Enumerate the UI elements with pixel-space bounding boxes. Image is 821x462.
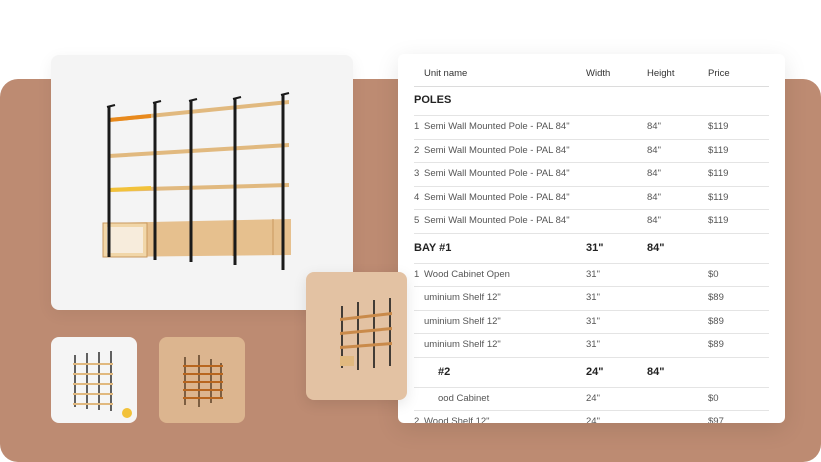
row-index: 2 — [414, 416, 420, 423]
thumbnail-white[interactable] — [51, 337, 137, 423]
section-width: 31" — [586, 241, 604, 254]
row-price: $119 — [708, 144, 729, 156]
row-index: 3 — [414, 168, 420, 179]
row-name: uminium Shelf 12" — [424, 315, 501, 327]
section-header: POLES — [414, 86, 769, 116]
table-row[interactable]: uminium Shelf 12" 31" $89 — [414, 334, 769, 358]
row-name: Semi Wall Mounted Pole - PAL 84" — [424, 168, 570, 179]
section-title: #2 — [438, 365, 451, 378]
thumbnail-wood[interactable] — [159, 337, 245, 423]
header-height: Height — [647, 68, 675, 79]
row-name: uminium Shelf 12" — [424, 292, 501, 303]
table-row[interactable]: uminium Shelf 12" 31" $89 — [414, 311, 769, 334]
section-header: #2 24" 84" — [414, 358, 769, 388]
row-name: Wood Shelf 12" — [424, 416, 490, 423]
row-name: Semi Wall Mounted Pole - PAL 84" — [424, 144, 570, 156]
row-index: 1 — [414, 268, 420, 280]
row-height: 84" — [647, 121, 661, 132]
main-product-image — [51, 55, 353, 310]
row-width: 31" — [586, 339, 600, 350]
table-row[interactable]: 4 Semi Wall Mounted Pole - PAL 84" 84" $… — [414, 187, 769, 210]
row-name: Semi Wall Mounted Pole - PAL 84" — [424, 191, 570, 203]
shelving-thumb-angled-icon — [340, 298, 392, 370]
row-height: 84" — [647, 191, 661, 203]
table-row[interactable]: uminium Shelf 12" 31" $89 — [414, 287, 769, 311]
row-price: $89 — [708, 292, 724, 303]
row-index: 4 — [414, 191, 420, 203]
table-row[interactable]: 1 Semi Wall Mounted Pole - PAL 84" 84" $… — [414, 116, 769, 140]
row-height: 84" — [647, 144, 661, 156]
row-price: $89 — [708, 339, 724, 350]
row-price: $0 — [708, 392, 719, 404]
header-width: Width — [586, 68, 611, 79]
row-price: $97 — [708, 416, 724, 423]
table-row[interactable]: 3 Semi Wall Mounted Pole - PAL 84" 84" $… — [414, 163, 769, 187]
row-price: $119 — [708, 191, 729, 203]
row-index: 1 — [414, 121, 420, 132]
section-height: 84" — [647, 365, 665, 378]
row-name: Semi Wall Mounted Pole - PAL 84" — [424, 121, 570, 132]
shelving-unit-illustration — [102, 92, 291, 270]
table-header: Unit name Width Height Price — [414, 62, 769, 87]
row-height: 84" — [647, 168, 661, 179]
table-row[interactable]: 5 Semi Wall Mounted Pole - PAL 84" 84" $… — [414, 210, 769, 234]
table-row[interactable]: ood Cabinet 24" $0 — [414, 388, 769, 411]
section-title: BAY #1 — [414, 241, 452, 254]
row-price: $119 — [708, 168, 729, 179]
shelving-thumb-wood-icon — [183, 355, 223, 407]
section-height: 84" — [647, 241, 665, 254]
row-width: 31" — [586, 315, 600, 327]
row-name: Semi Wall Mounted Pole - PAL 84" — [424, 215, 570, 226]
row-width: 31" — [586, 292, 600, 303]
table-row[interactable]: 1 Wood Cabinet Open 31" $0 — [414, 264, 769, 287]
row-index: 2 — [414, 144, 420, 156]
row-price: $119 — [708, 215, 729, 226]
row-index: 5 — [414, 215, 420, 226]
row-price: $89 — [708, 315, 724, 327]
row-width: 31" — [586, 268, 600, 280]
table-row[interactable]: 2 Semi Wall Mounted Pole - PAL 84" 84" $… — [414, 140, 769, 163]
row-price: $119 — [708, 121, 729, 132]
table-body: POLES 1 Semi Wall Mounted Pole - PAL 84"… — [414, 86, 769, 423]
row-name: uminium Shelf 12" — [424, 339, 501, 350]
table-row[interactable]: 2 Wood Shelf 12" 24" $97 — [414, 411, 769, 423]
row-price: $0 — [708, 268, 719, 280]
header-unit-name: Unit name — [424, 68, 468, 79]
bill-of-materials-table: Unit name Width Height Price POLES 1 Sem… — [398, 54, 785, 423]
row-name: Wood Cabinet Open — [424, 268, 510, 280]
header-price: Price — [708, 68, 730, 79]
row-width: 24" — [586, 416, 600, 423]
section-width: 24" — [586, 365, 604, 378]
shelving-thumb-white-icon — [73, 351, 132, 418]
section-header: BAY #1 31" 84" — [414, 234, 769, 264]
section-title: POLES — [414, 94, 452, 106]
row-width: 24" — [586, 392, 600, 404]
row-height: 84" — [647, 215, 661, 226]
thumbnail-angled[interactable] — [306, 272, 407, 400]
row-name: ood Cabinet — [438, 392, 490, 404]
